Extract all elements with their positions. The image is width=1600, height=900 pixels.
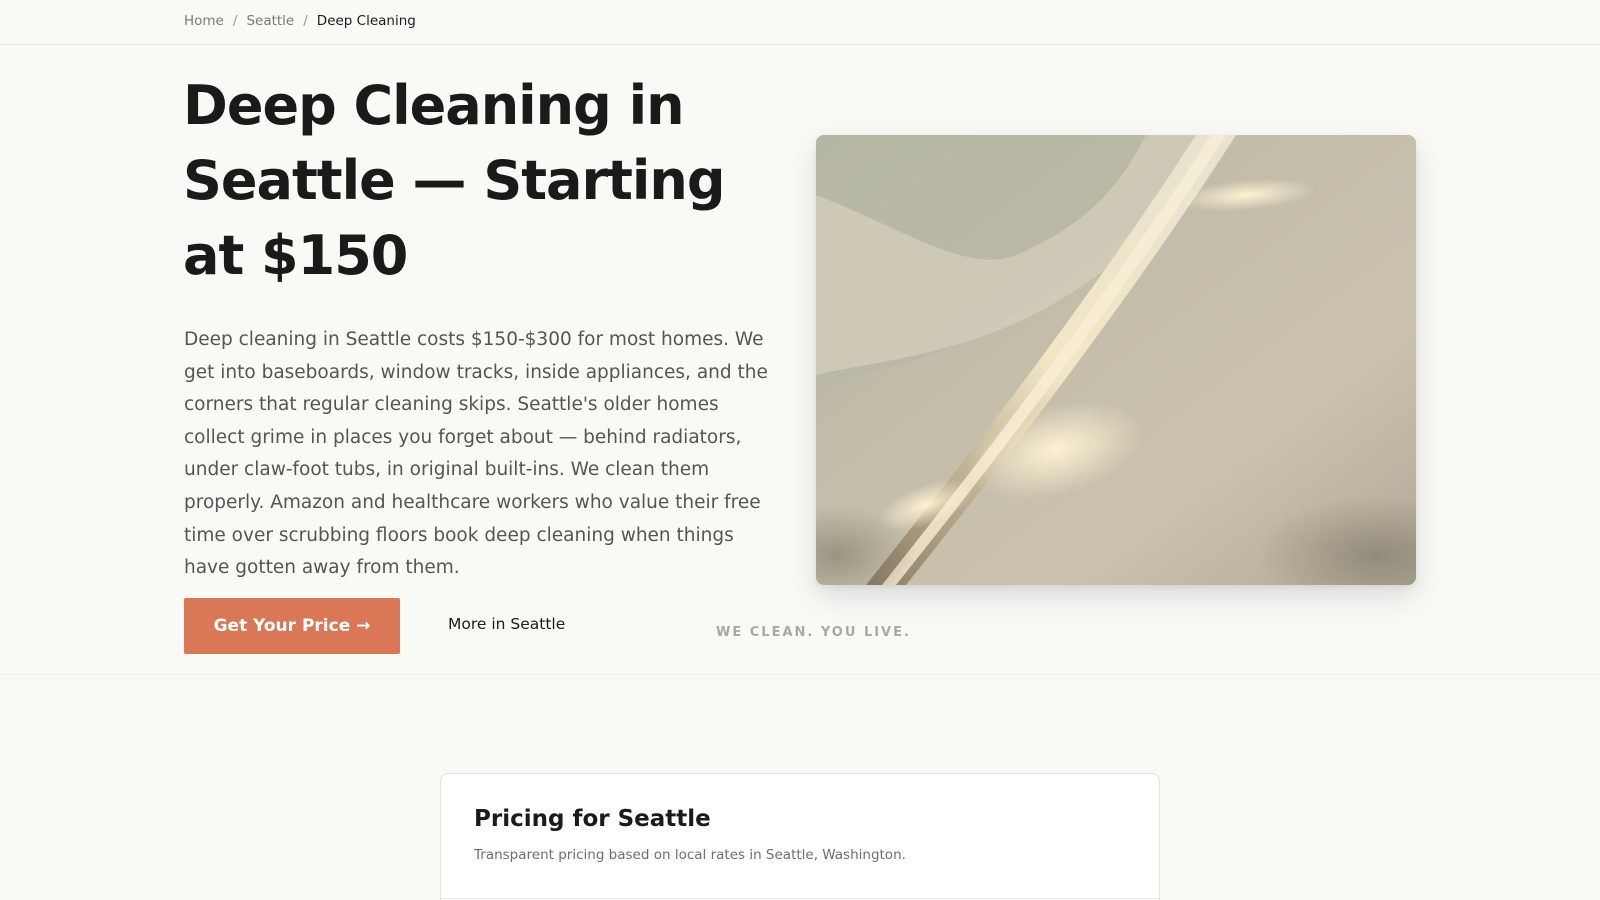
- breadcrumb-current: Deep Cleaning: [316, 13, 416, 29]
- pricing-subtitle: Transparent pricing based on local rates…: [474, 847, 906, 863]
- hero-section: Deep Cleaning in Seattle — Starting at $…: [0, 45, 1600, 675]
- breadcrumb-separator: /: [232, 13, 238, 29]
- hero-image-linen: [816, 135, 1416, 585]
- breadcrumb-home-link[interactable]: Home: [184, 13, 224, 29]
- hero-description: Deep cleaning in Seattle costs $150-$300…: [184, 329, 768, 579]
- breadcrumb-separator: /: [303, 13, 308, 29]
- top-bar: Home / Seattle / Deep Cleaning: [0, 0, 1600, 45]
- pricing-title: Pricing for Seattle: [474, 806, 711, 832]
- breadcrumb-seattle-link[interactable]: Seattle: [246, 13, 294, 29]
- page-title: Deep Cleaning in Seattle — Starting at $…: [183, 74, 726, 287]
- pricing-card: Pricing for Seattle Transparent pricing …: [440, 773, 1160, 900]
- get-price-button[interactable]: Get Your Price →: [184, 598, 400, 654]
- pricing-divider: [441, 898, 1159, 899]
- tagline: WE CLEAN. YOU LIVE.: [716, 625, 911, 640]
- more-in-seattle-link[interactable]: More in Seattle: [448, 615, 565, 633]
- breadcrumb: Home / Seattle / Deep Cleaning: [184, 13, 416, 29]
- linen-photo-illustration: [816, 135, 1416, 585]
